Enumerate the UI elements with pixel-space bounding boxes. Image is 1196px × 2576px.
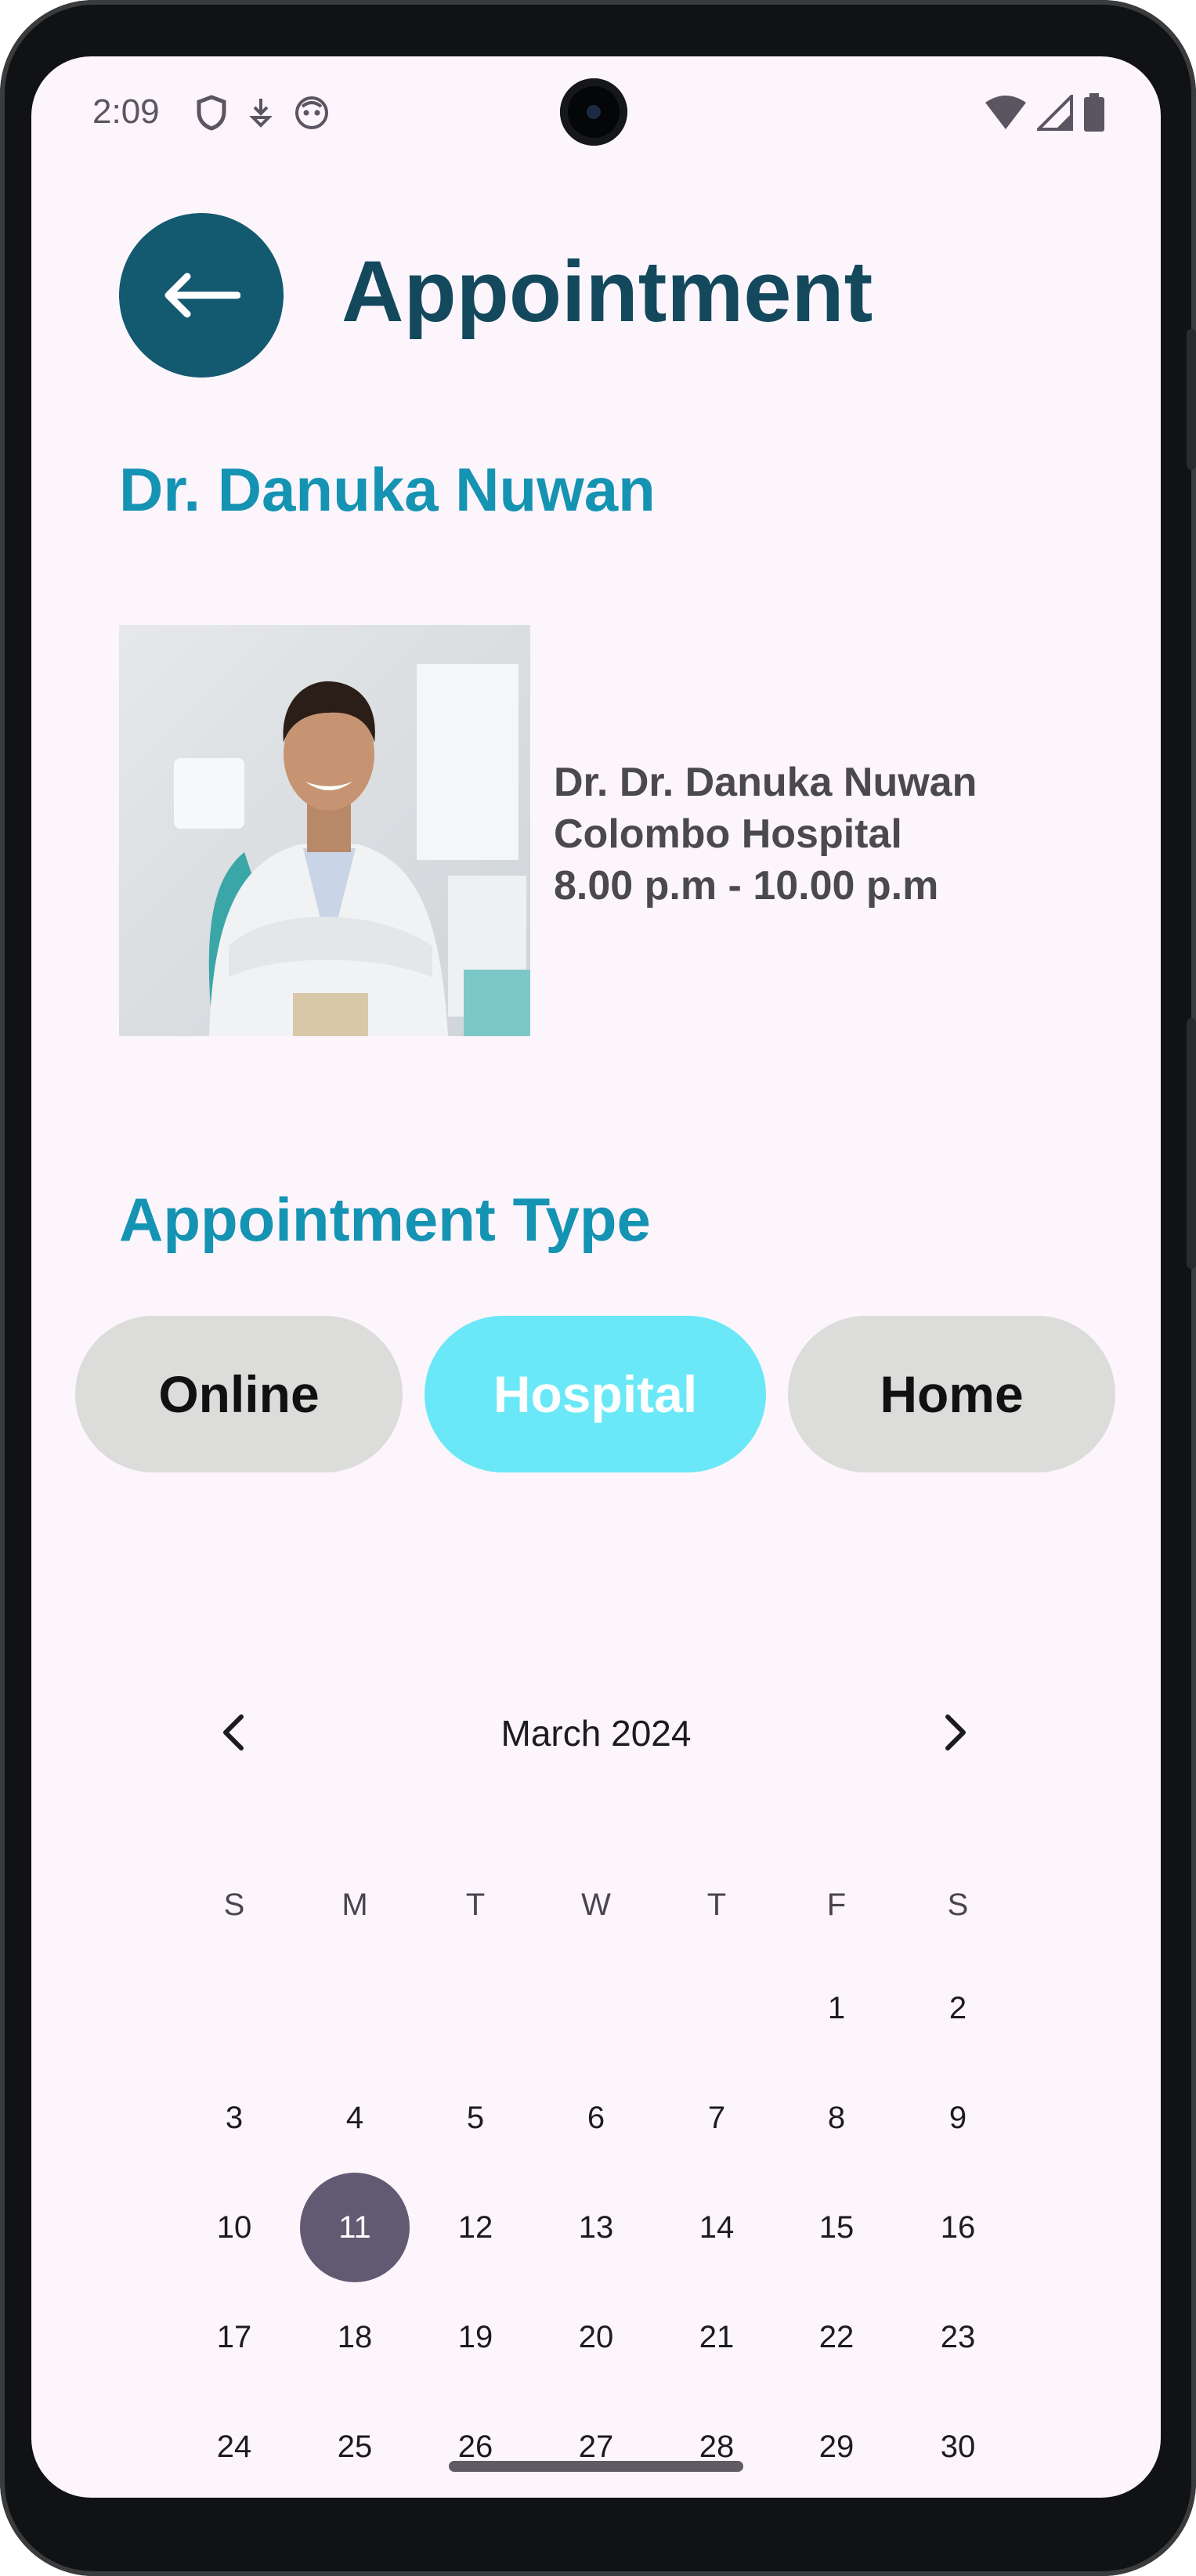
calendar-day[interactable]: 7 bbox=[662, 2063, 771, 2173]
doctor-info: Dr. Dr. Danuka Nuwan Colombo Hospital 8.… bbox=[554, 757, 977, 912]
app-screen: 2:09 Appointment Dr. Danuka Nuwan Dr. Dr… bbox=[31, 56, 1161, 2498]
calendar-weekday: M bbox=[341, 1887, 368, 1922]
doctor-info-hospital: Colombo Hospital bbox=[554, 811, 902, 857]
type-chip-online[interactable]: Online bbox=[75, 1316, 403, 1472]
calendar-month-label: March 2024 bbox=[500, 1713, 692, 1754]
calendar-weekday: T bbox=[465, 1887, 486, 1922]
back-button[interactable] bbox=[119, 213, 284, 378]
calendar-weekday: T bbox=[706, 1887, 727, 1922]
signal-icon bbox=[1037, 95, 1073, 131]
power-button bbox=[1187, 1018, 1196, 1269]
doctor-name-heading: Dr. Danuka Nuwan bbox=[119, 455, 656, 524]
calendar-day[interactable]: 12 bbox=[421, 2173, 530, 2282]
status-left-icons bbox=[196, 92, 329, 133]
doctor-info-time: 8.00 p.m - 10.00 p.m bbox=[554, 863, 939, 909]
calendar-day[interactable]: 15 bbox=[782, 2173, 891, 2282]
calendar-day[interactable]: 21 bbox=[662, 2282, 771, 2392]
calendar-day[interactable]: 30 bbox=[903, 2392, 1013, 2498]
calendar-day[interactable]: 9 bbox=[903, 2063, 1013, 2173]
calendar-header: March 2024 bbox=[31, 1701, 1161, 1764]
calendar-day[interactable]: 8 bbox=[782, 2063, 891, 2173]
calendar-weekday: W bbox=[581, 1887, 611, 1922]
calendar-day[interactable]: 26 bbox=[421, 2392, 530, 2498]
calendar-next-button[interactable] bbox=[924, 1709, 987, 1756]
doctor-info-name: Dr. Dr. Danuka Nuwan bbox=[554, 760, 977, 805]
calendar-day[interactable]: 3 bbox=[179, 2063, 289, 2173]
calendar-day[interactable]: 27 bbox=[541, 2392, 651, 2498]
calendar-day[interactable]: 18 bbox=[300, 2282, 410, 2392]
doctor-photo bbox=[119, 625, 530, 1036]
calendar-day[interactable]: 19 bbox=[421, 2282, 530, 2392]
calendar-day[interactable]: 4 bbox=[300, 2063, 410, 2173]
calendar-day[interactable]: 23 bbox=[903, 2282, 1013, 2392]
volume-button bbox=[1187, 329, 1196, 470]
calendar-weekday: S bbox=[223, 1887, 245, 1922]
calendar-day[interactable]: 16 bbox=[903, 2173, 1013, 2282]
type-chip-hospital[interactable]: Hospital bbox=[425, 1316, 766, 1472]
calendar-weekday: F bbox=[826, 1887, 847, 1922]
front-camera bbox=[560, 78, 627, 146]
calendar-day[interactable]: 25 bbox=[300, 2392, 410, 2498]
calendar-day[interactable]: 24 bbox=[179, 2392, 289, 2498]
wifi-icon bbox=[985, 96, 1026, 129]
chevron-right-icon bbox=[945, 1714, 966, 1750]
calendar-day[interactable]: 5 bbox=[421, 2063, 530, 2173]
appointment-type-heading: Appointment Type bbox=[119, 1185, 651, 1254]
home-indicator[interactable] bbox=[449, 2461, 743, 2472]
battery-icon bbox=[1084, 93, 1104, 132]
calendar-day[interactable]: 22 bbox=[782, 2282, 891, 2392]
status-time: 2:09 bbox=[92, 92, 160, 131]
page-title: Appointment bbox=[341, 244, 873, 340]
calendar-day[interactable]: 17 bbox=[179, 2282, 289, 2392]
calendar-day[interactable]: 6 bbox=[541, 2063, 651, 2173]
type-chip-home[interactable]: Home bbox=[788, 1316, 1115, 1472]
calendar-day[interactable]: 14 bbox=[662, 2173, 771, 2282]
calendar-day-selected[interactable]: 11 bbox=[300, 2173, 410, 2282]
calendar-day[interactable]: 10 bbox=[179, 2173, 289, 2282]
calendar-day[interactable]: 20 bbox=[541, 2282, 651, 2392]
status-right-icons bbox=[984, 92, 1106, 133]
calendar-day[interactable]: 1 bbox=[782, 1953, 891, 2063]
device-frame: 2:09 Appointment Dr. Danuka Nuwan Dr. Dr… bbox=[0, 0, 1196, 2576]
calendar-day[interactable]: 28 bbox=[662, 2392, 771, 2498]
app-face-icon bbox=[295, 96, 328, 129]
calendar-weekday: S bbox=[947, 1887, 969, 1922]
calendar-day[interactable]: 2 bbox=[903, 1953, 1013, 2063]
download-icon bbox=[249, 99, 273, 128]
calendar-day[interactable]: 29 bbox=[782, 2392, 891, 2498]
arrow-left-icon bbox=[164, 273, 240, 318]
calendar-day[interactable]: 13 bbox=[541, 2173, 651, 2282]
shield-icon bbox=[197, 95, 226, 131]
